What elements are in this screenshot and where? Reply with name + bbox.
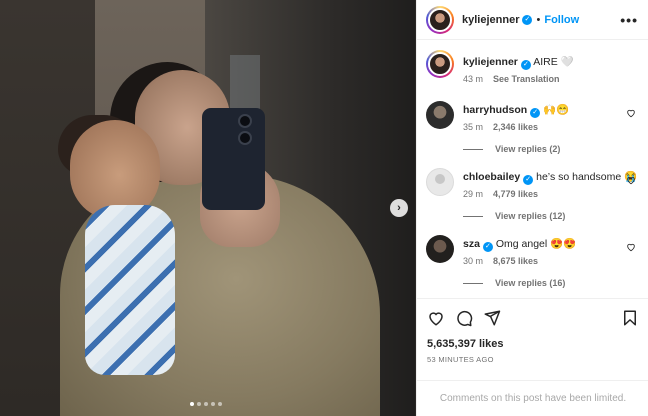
comment-text: Omg angel 😍😍: [495, 238, 577, 250]
comment-time[interactable]: 35 m: [463, 122, 483, 132]
verified-badge-icon: ✓: [530, 108, 541, 118]
carousel-dot: [204, 402, 208, 406]
verified-badge-icon: ✓: [482, 242, 493, 252]
comment-likes[interactable]: 4,779 likes: [493, 189, 538, 199]
heart-icon[interactable]: [626, 242, 636, 252]
likes-count[interactable]: 5,635,397 likes: [427, 338, 639, 350]
bookmark-icon[interactable]: [621, 309, 639, 327]
chevron-right-icon: ›: [397, 202, 401, 214]
carousel-indicator: [190, 402, 222, 406]
like-heart-icon[interactable]: [427, 309, 445, 327]
photo-subject: [85, 205, 175, 375]
caption-username[interactable]: kyliejenner: [463, 56, 518, 68]
separator: •: [536, 13, 541, 26]
carousel-dot: [190, 402, 194, 406]
post-timestamp[interactable]: 53 MINUTES AGO: [427, 355, 639, 364]
comment-likes[interactable]: 8,675 likes: [493, 256, 538, 266]
photo-subject: [238, 131, 252, 145]
post-header: kyliejenner ✓ • Follow •••: [417, 0, 648, 40]
avatar[interactable]: [426, 5, 454, 34]
comment-username[interactable]: harryhudson: [463, 104, 527, 116]
post-photo[interactable]: ›: [0, 0, 416, 416]
avatar[interactable]: [426, 235, 454, 263]
comment: sza ✓ Omg angel 😍😍 30 m 8,675 likes: [426, 235, 639, 266]
caption: kyliejenner ✓ AIRE 🤍 43 m See Translation: [426, 50, 639, 84]
author-username[interactable]: kyliejenner: [462, 14, 519, 26]
photo-subject: [238, 114, 252, 128]
carousel-dot: [197, 402, 201, 406]
more-options-icon[interactable]: •••: [620, 12, 638, 28]
comment-icon[interactable]: [455, 309, 473, 327]
avatar[interactable]: [426, 101, 454, 129]
comment-time[interactable]: 30 m: [463, 256, 483, 266]
see-translation-link[interactable]: See Translation: [493, 74, 560, 84]
photo-subject: [202, 108, 265, 210]
comment-time[interactable]: 29 m: [463, 189, 483, 199]
comment-username[interactable]: sza: [463, 238, 480, 250]
caption-time[interactable]: 43 m: [463, 74, 483, 84]
verified-badge-icon: ✓: [520, 60, 531, 70]
comment-text: 🙌😁: [543, 104, 570, 116]
heart-icon[interactable]: [626, 108, 636, 118]
comment: chloebailey ✓ he’s so handsome 😭 29 m 4,7…: [426, 168, 639, 199]
caption-text: AIRE 🤍: [533, 56, 574, 68]
post-sidebar: kyliejenner ✓ • Follow ••• kyliejenner ✓ …: [416, 0, 648, 416]
comment-text: he’s so handsome 😭: [536, 171, 638, 183]
heart-icon[interactable]: [626, 175, 636, 185]
post-actions: 5,635,397 likes 53 MINUTES AGO: [417, 298, 648, 380]
verified-badge-icon: ✓: [522, 14, 533, 25]
view-replies-button[interactable]: View replies (12): [463, 211, 639, 221]
view-replies-button[interactable]: View replies (16): [463, 278, 639, 288]
share-icon[interactable]: [483, 309, 501, 327]
follow-button[interactable]: Follow: [544, 14, 579, 26]
comments-list[interactable]: kyliejenner ✓ AIRE 🤍 43 m See Translation…: [417, 40, 648, 298]
verified-badge-icon: ✓: [523, 175, 534, 185]
avatar[interactable]: [426, 168, 454, 196]
avatar[interactable]: [426, 50, 454, 78]
next-slide-button[interactable]: ›: [390, 199, 408, 217]
comment-likes[interactable]: 2,346 likes: [493, 122, 538, 132]
view-replies-button[interactable]: View replies (2): [463, 144, 639, 154]
comment: harryhudson ✓ 🙌😁 35 m 2,346 likes: [426, 101, 639, 132]
comments-limited-notice: Comments on this post have been limited.: [417, 380, 648, 416]
carousel-dot: [218, 402, 222, 406]
carousel-dot: [211, 402, 215, 406]
comment-username[interactable]: chloebailey: [463, 171, 520, 183]
